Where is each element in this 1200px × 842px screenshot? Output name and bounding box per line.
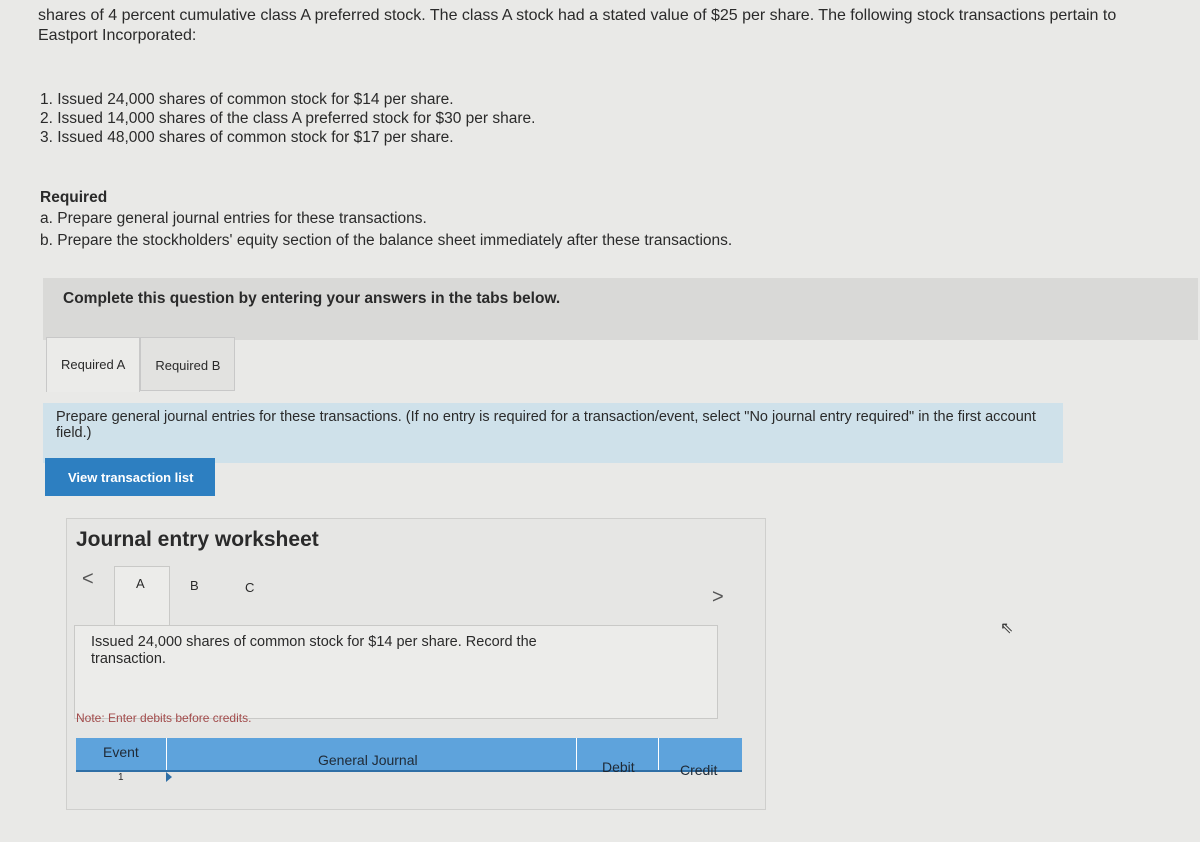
view-transaction-list-button[interactable]: View transaction list — [45, 458, 215, 496]
required-heading: Required — [40, 189, 108, 206]
transaction-item: 3. Issued 48,000 shares of common stock … — [40, 129, 454, 146]
column-general-journal: General Journal — [318, 752, 418, 768]
debit-credit-note: Note: Enter debits before credits. — [76, 711, 252, 725]
required-item: b. Prepare the stockholders' equity sect… — [40, 232, 733, 249]
transaction-item: 1. Issued 24,000 shares of common stock … — [40, 91, 454, 108]
chevron-right-icon[interactable]: > — [712, 586, 724, 609]
worksheet-tab-c[interactable]: C — [245, 580, 254, 595]
column-event: Event — [103, 744, 139, 760]
transaction-list: 1. Issued 24,000 shares of common stock … — [40, 90, 535, 147]
journal-table-header: Event General Journal Debit Credit — [76, 738, 742, 778]
account-dropdown-marker-icon[interactable] — [166, 772, 172, 782]
required-section: Required a. Prepare general journal entr… — [40, 186, 732, 253]
worksheet-tab-a[interactable]: A — [136, 576, 145, 591]
column-credit: Credit — [680, 762, 718, 778]
banner-text: Complete this question by entering your … — [63, 290, 561, 307]
problem-intro: shares of 4 percent cumulative class A p… — [38, 7, 1117, 44]
tab-required-a[interactable]: Required A — [46, 337, 141, 392]
instruction-text: Prepare general journal entries for thes… — [56, 409, 1036, 441]
transaction-description: Issued 24,000 shares of common stock for… — [74, 625, 718, 719]
worksheet-title: Journal entry worksheet — [76, 528, 319, 551]
description-text: Issued 24,000 shares of common stock for… — [91, 634, 537, 667]
instruction-box: Prepare general journal entries for thes… — [43, 403, 1063, 463]
required-item: a. Prepare general journal entries for t… — [40, 210, 427, 227]
tab-required-b[interactable]: Required B — [140, 337, 236, 391]
transaction-item: 2. Issued 14,000 shares of the class A p… — [40, 110, 536, 127]
worksheet-tab-b[interactable]: B — [190, 578, 199, 593]
instructions-banner: Complete this question by entering your … — [43, 278, 1198, 340]
event-number: 1 — [118, 772, 124, 783]
required-tabs: Required A Required B — [46, 337, 236, 392]
column-debit: Debit — [602, 759, 635, 775]
chevron-left-icon[interactable]: < — [82, 568, 94, 591]
mouse-cursor-icon: ⇖ — [1000, 620, 1014, 637]
